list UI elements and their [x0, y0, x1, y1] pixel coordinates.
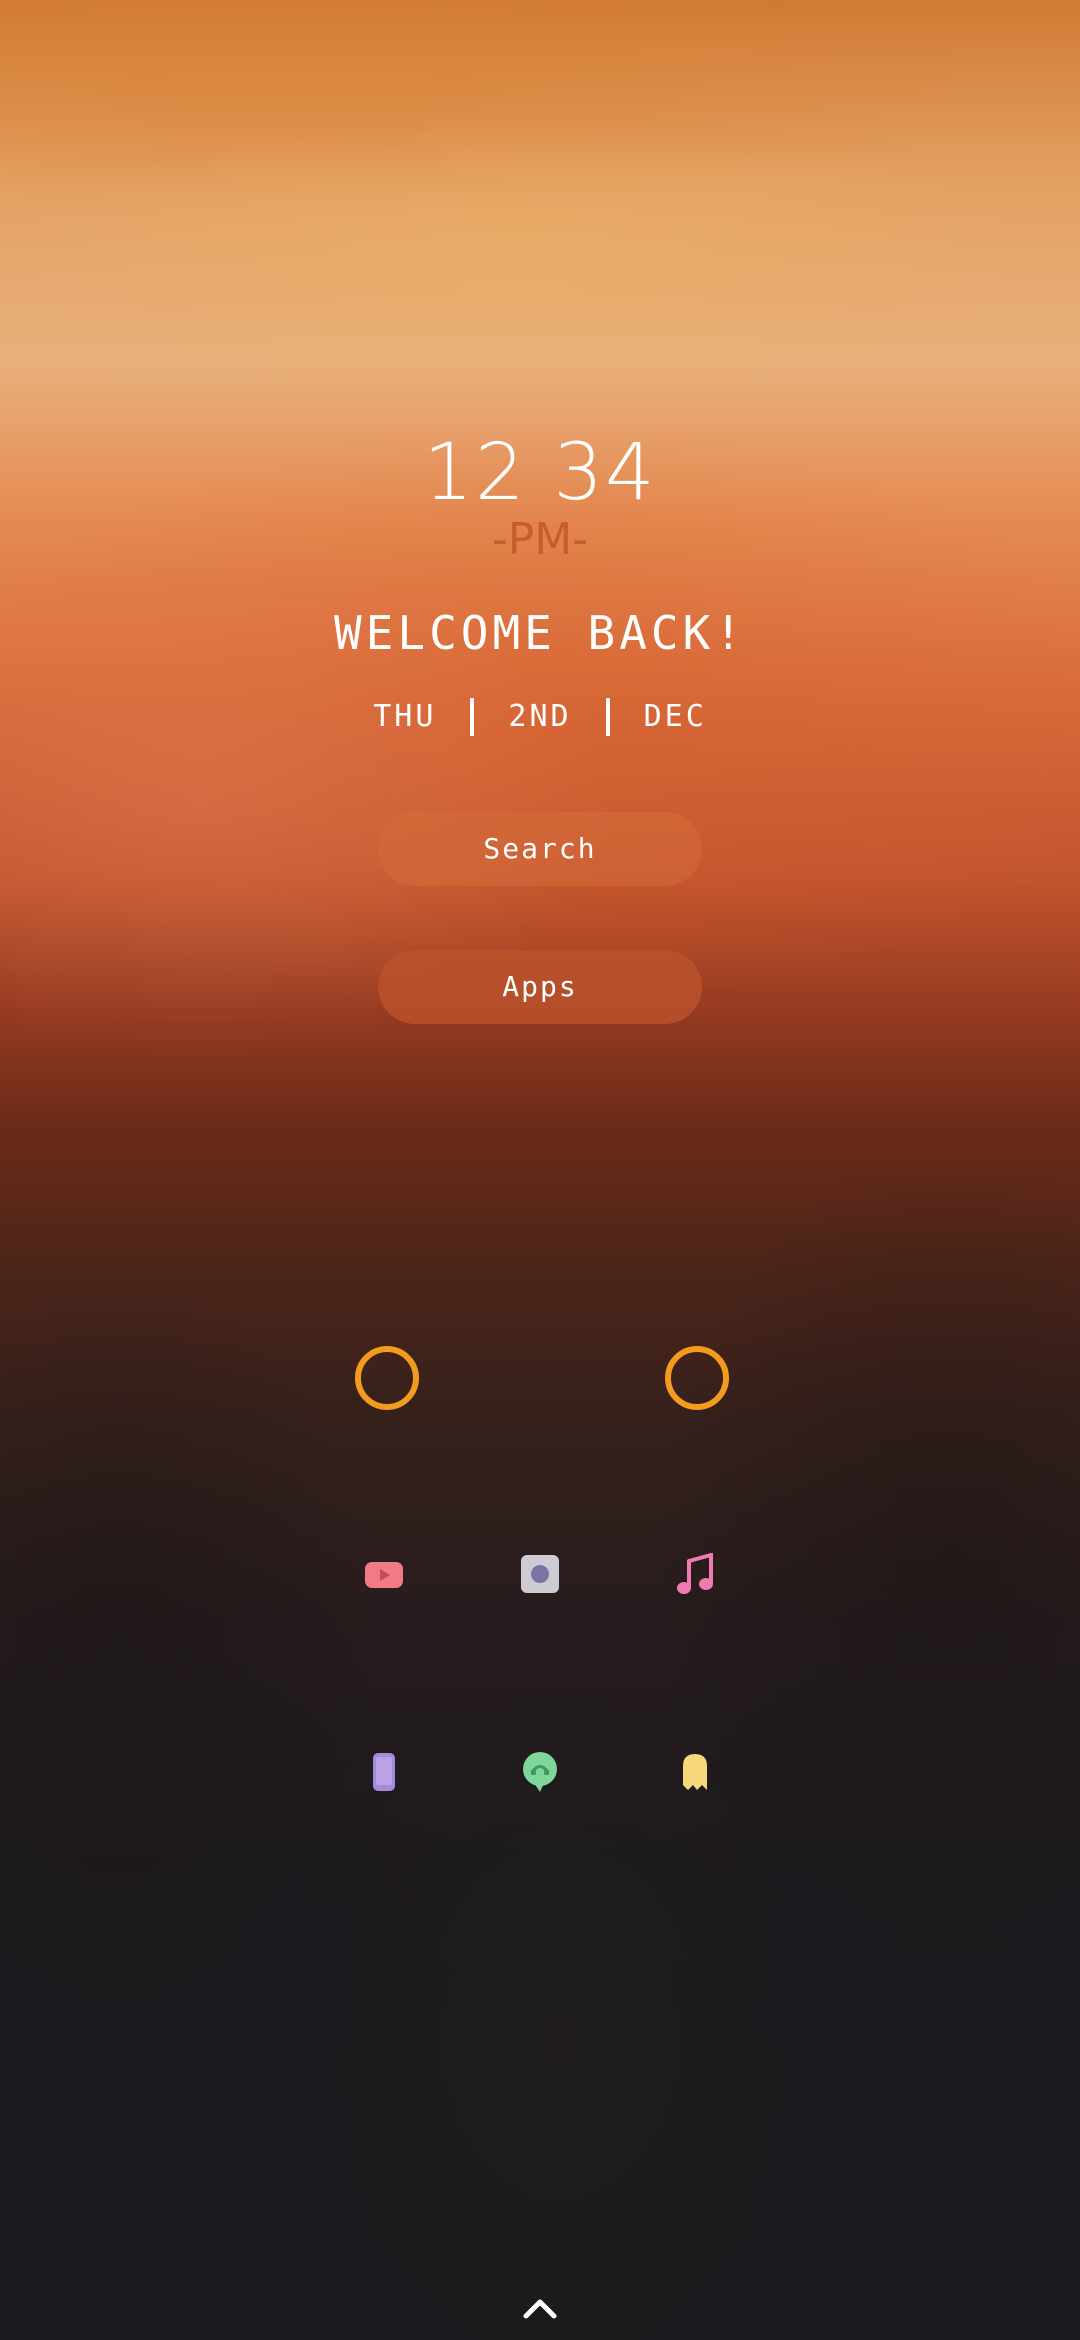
- date-day: THU: [373, 699, 437, 734]
- clock-period: -PM-: [491, 514, 589, 565]
- ring-widget-left[interactable]: [355, 1346, 419, 1410]
- date-date: 2ND: [508, 699, 572, 734]
- date-separator: [605, 698, 610, 736]
- welcome-greeting: WELCOME BACK!: [333, 606, 747, 660]
- youtube-icon[interactable]: [354, 1544, 414, 1604]
- apps-button[interactable]: Apps: [378, 950, 702, 1024]
- clock-time: 12 34: [423, 428, 657, 518]
- ghost-icon[interactable]: [665, 1742, 725, 1802]
- chat-icon[interactable]: [510, 1742, 570, 1802]
- camera-icon[interactable]: [510, 1544, 570, 1604]
- date-month: DEC: [643, 699, 707, 734]
- phone-icon[interactable]: [354, 1742, 414, 1802]
- music-icon[interactable]: [665, 1544, 725, 1604]
- date-row: THU 2ND DEC: [0, 692, 1080, 742]
- ring-widget-right[interactable]: [665, 1346, 729, 1410]
- search-button[interactable]: Search: [378, 812, 702, 886]
- date-separator: [470, 698, 475, 736]
- chevron-up-icon[interactable]: [516, 2290, 564, 2326]
